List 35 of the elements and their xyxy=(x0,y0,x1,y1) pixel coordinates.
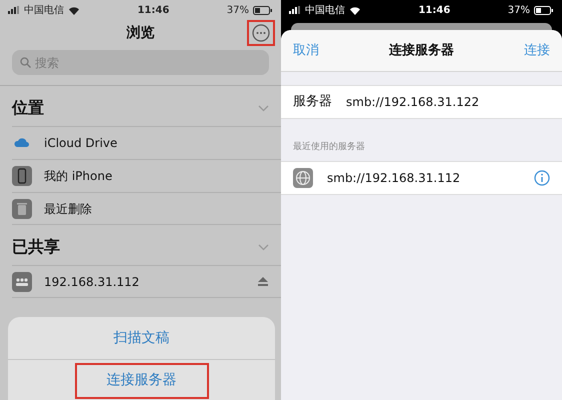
search-input[interactable]: 搜索 xyxy=(35,54,235,72)
carrier-name: 中国电信 xyxy=(305,4,345,18)
battery-percent: 37% xyxy=(226,4,249,18)
signal-icon xyxy=(8,6,20,14)
search-icon xyxy=(20,57,31,68)
list-row[interactable]: 最近删除 xyxy=(12,192,281,225)
status-time: 11:46 xyxy=(418,4,450,18)
wifi-icon xyxy=(349,6,361,14)
server-input[interactable]: smb://192.168.31.122 xyxy=(346,93,526,111)
nav-title: 浏览 xyxy=(126,24,154,42)
more-button[interactable] xyxy=(247,20,275,46)
battery-icon xyxy=(252,6,273,14)
wifi-icon xyxy=(68,6,80,14)
section-heading: 已共享 xyxy=(12,236,60,258)
sheet-title: 连接服务器 xyxy=(389,42,454,60)
signal-icon xyxy=(289,6,301,14)
status-time: 11:46 xyxy=(137,4,170,18)
server-field[interactable]: 服务器 smb://192.168.31.122 xyxy=(281,85,562,119)
list-row[interactable]: iCloud Drive xyxy=(12,126,281,159)
people-icon xyxy=(12,272,32,292)
server-address: smb://192.168.31.112 xyxy=(327,170,462,186)
carrier-name: 中国电信 xyxy=(24,4,64,18)
server-row[interactable]: smb://192.168.31.112 xyxy=(281,160,562,194)
trash-icon xyxy=(12,198,32,218)
globe-icon xyxy=(293,168,313,188)
list-row[interactable]: 我的 iPhone xyxy=(12,159,281,192)
battery-percent: 37% xyxy=(508,4,530,18)
list-row[interactable]: 192.168.31.112 xyxy=(12,265,281,298)
battery-icon xyxy=(534,6,554,14)
field-label: 服务器 xyxy=(293,93,332,112)
phone-icon xyxy=(12,166,32,186)
info-icon xyxy=(534,170,550,186)
section-heading: 位置 xyxy=(12,97,44,119)
section-header: 最近使用的服务器 xyxy=(292,141,366,154)
search-field[interactable]: 搜索 xyxy=(12,50,269,75)
